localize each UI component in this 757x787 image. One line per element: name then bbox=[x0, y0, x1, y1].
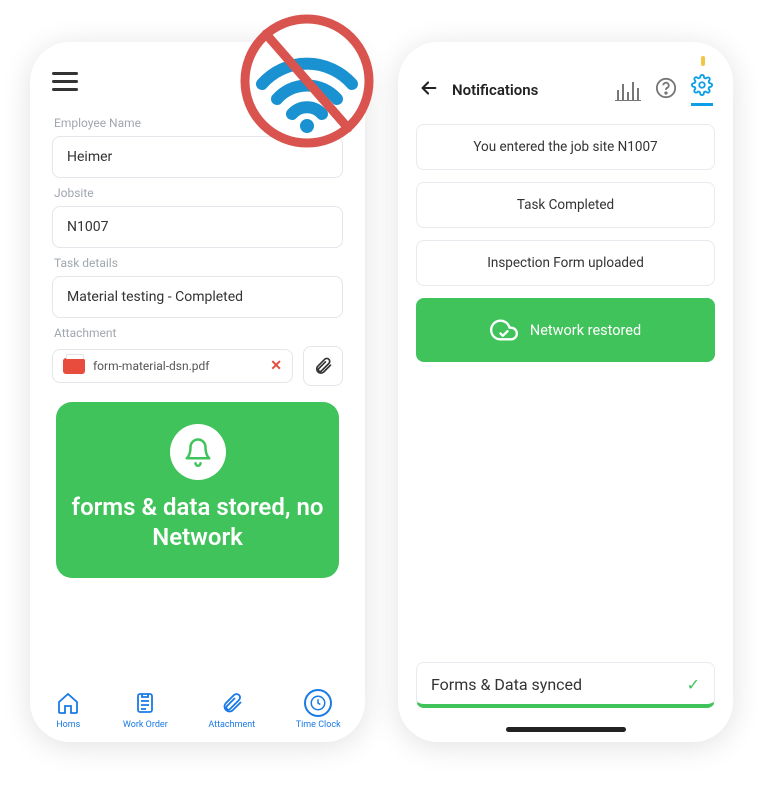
chart-icon[interactable] bbox=[615, 79, 641, 101]
notifications-list: You entered the job site N1007 Task Comp… bbox=[398, 118, 733, 368]
nav-time-clock[interactable]: Time Clock bbox=[296, 689, 341, 730]
nav-label: Time Clock bbox=[296, 720, 341, 730]
bell-icon bbox=[170, 424, 226, 480]
home-indicator bbox=[506, 727, 626, 732]
check-icon: ✓ bbox=[687, 675, 700, 694]
attachment-chip[interactable]: form-material-dsn.pdf ✕ bbox=[52, 349, 293, 383]
settings-button[interactable] bbox=[691, 74, 713, 106]
network-restored-banner: Network restored bbox=[416, 298, 715, 362]
arrow-left-icon bbox=[418, 77, 440, 99]
jobsite-field[interactable]: N1007 bbox=[52, 206, 343, 248]
back-button[interactable] bbox=[418, 77, 440, 103]
clipboard-icon bbox=[133, 691, 157, 715]
paperclip-icon bbox=[313, 355, 333, 377]
page-title: Notifications bbox=[452, 81, 538, 99]
paperclip-icon bbox=[220, 691, 244, 715]
nav-home[interactable]: Homs bbox=[54, 689, 82, 730]
network-restored-text: Network restored bbox=[530, 322, 641, 339]
home-icon bbox=[56, 691, 80, 715]
label-task-details: Task details bbox=[54, 256, 343, 270]
notification-item[interactable]: Inspection Form uploaded bbox=[416, 240, 715, 286]
status-indicator bbox=[701, 56, 705, 66]
gear-icon bbox=[691, 74, 713, 96]
attach-button[interactable] bbox=[303, 346, 343, 386]
nav-label: Work Order bbox=[123, 720, 168, 730]
no-wifi-overlay-icon bbox=[232, 6, 382, 156]
label-attachment: Attachment bbox=[54, 326, 343, 340]
form-body: Employee Name Heimer Jobsite N1007 Task … bbox=[30, 102, 365, 578]
remove-attachment-icon[interactable]: ✕ bbox=[270, 358, 282, 374]
label-jobsite: Jobsite bbox=[54, 186, 343, 200]
attachment-filename: form-material-dsn.pdf bbox=[93, 359, 209, 373]
task-details-field[interactable]: Material testing - Completed bbox=[52, 276, 343, 318]
notification-item[interactable]: Task Completed bbox=[416, 182, 715, 228]
offline-banner-text: forms & data stored, no Network bbox=[70, 492, 325, 552]
menu-button[interactable] bbox=[52, 72, 78, 91]
header: Notifications bbox=[398, 42, 733, 118]
nav-work-order[interactable]: Work Order bbox=[123, 689, 168, 730]
bottom-nav: Homs Work Order Attachment bbox=[30, 676, 365, 742]
nav-attachment[interactable]: Attachment bbox=[208, 689, 255, 730]
clock-icon bbox=[309, 694, 327, 712]
nav-label: Homs bbox=[56, 720, 80, 730]
sync-status-bar: Forms & Data synced ✓ bbox=[416, 662, 715, 708]
sync-status-text: Forms & Data synced bbox=[431, 675, 582, 694]
phone-online: Notifications You enter bbox=[398, 42, 733, 742]
nav-label: Attachment bbox=[208, 720, 255, 730]
notification-item[interactable]: You entered the job site N1007 bbox=[416, 124, 715, 170]
help-icon bbox=[655, 77, 677, 99]
cloud-sync-icon bbox=[490, 316, 518, 344]
offline-banner: forms & data stored, no Network bbox=[56, 402, 339, 578]
pdf-icon bbox=[63, 358, 85, 374]
help-button[interactable] bbox=[655, 77, 677, 103]
